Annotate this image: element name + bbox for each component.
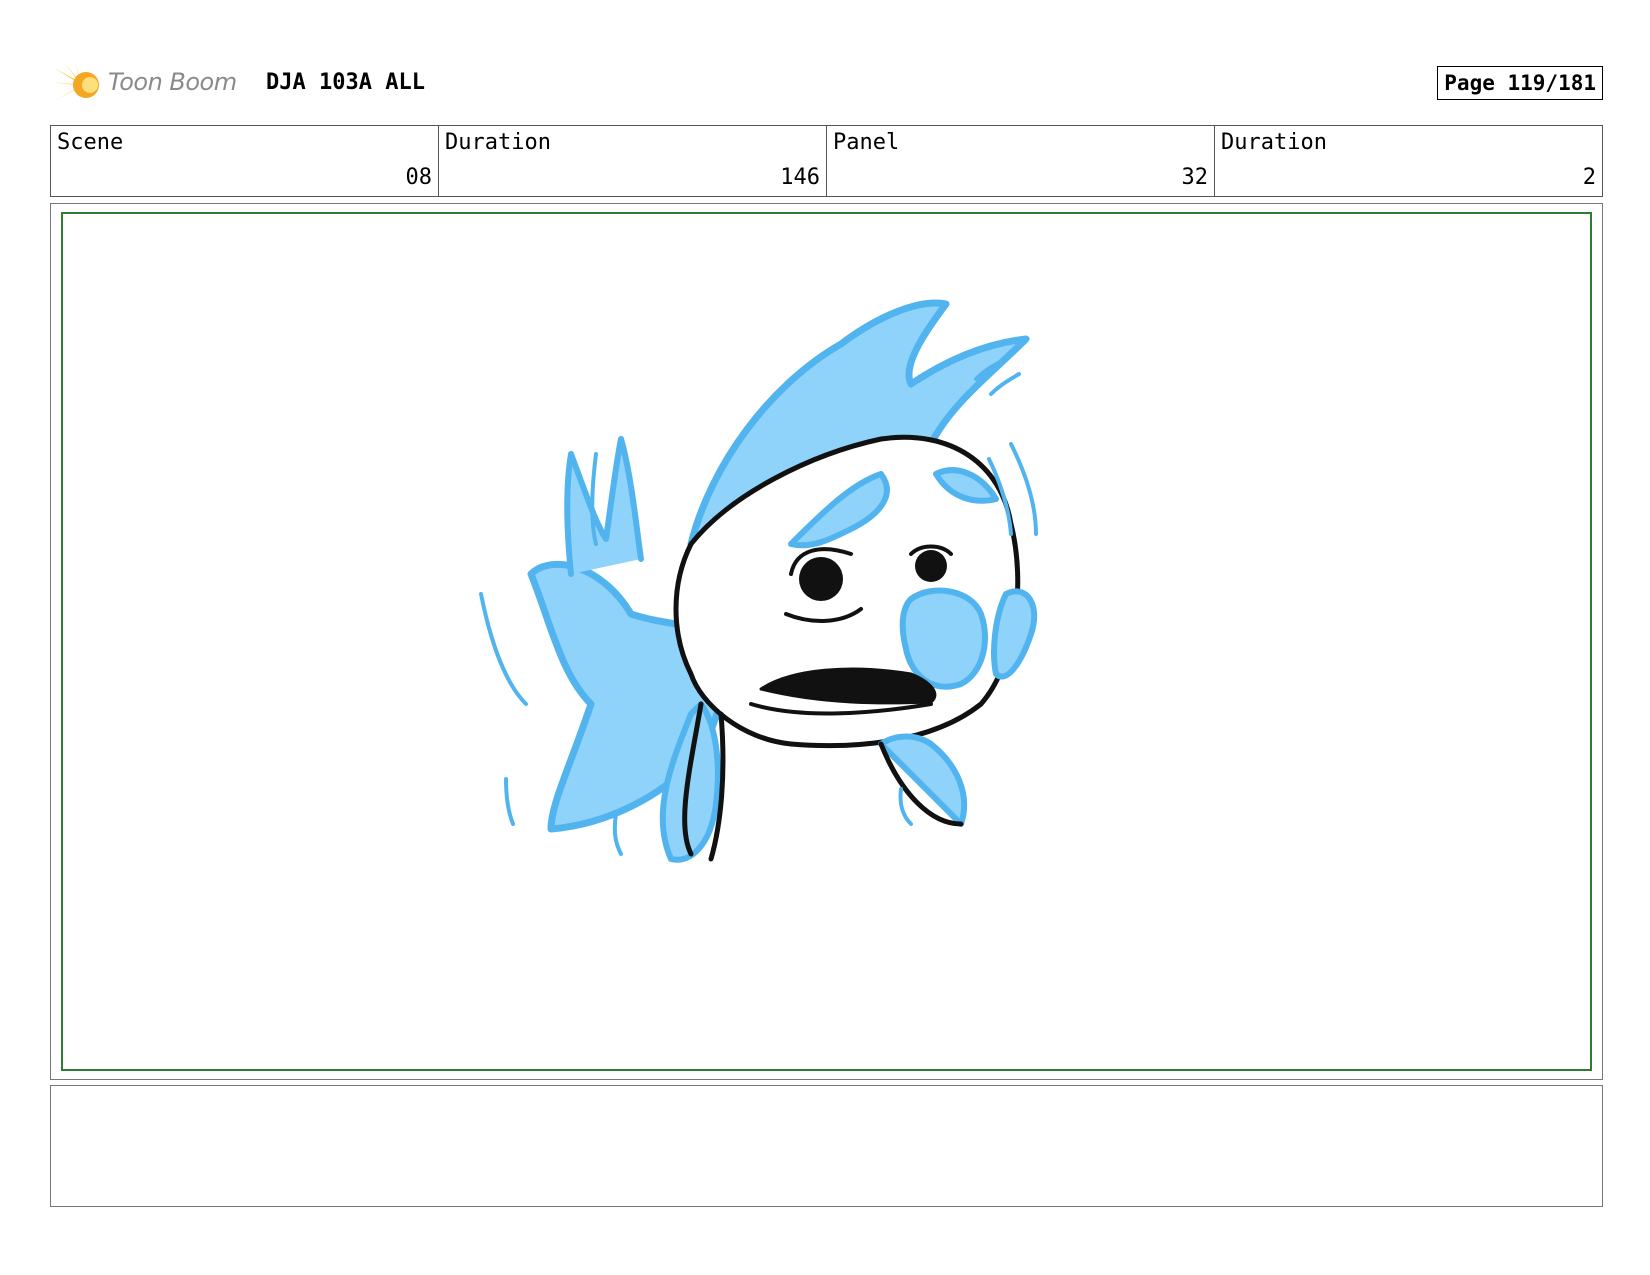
tail-top — [564, 436, 644, 577]
scene-duration-cell: Duration 146 — [439, 126, 827, 196]
panel-value: 32 — [1181, 165, 1209, 190]
scene-info-row: Scene 08 Duration 146 Panel 32 Duration … — [50, 125, 1603, 197]
panel-duration-label: Duration — [1221, 130, 1327, 155]
storyboard-panel — [50, 203, 1603, 1080]
page-number: Page 119/181 — [1437, 66, 1603, 100]
logo-text: Toon Boom — [108, 68, 237, 96]
scene-duration-value: 146 — [780, 165, 820, 190]
scene-cell: Scene 08 — [51, 126, 439, 196]
fish-sketch — [479, 299, 1038, 863]
header: Toon Boom DJA 103A ALL Page 119/181 — [50, 58, 1603, 110]
panel-label: Panel — [833, 130, 900, 155]
cheek-patch — [991, 588, 1038, 680]
right-eye — [915, 550, 947, 582]
panel-duration-value: 2 — [1582, 165, 1596, 190]
left-eye — [799, 557, 843, 601]
scene-value: 08 — [405, 165, 433, 190]
scene-duration-label: Duration — [445, 130, 551, 155]
notes-box — [50, 1085, 1603, 1207]
panel-duration-cell: Duration 2 — [1215, 126, 1602, 196]
starburst-icon — [52, 60, 99, 108]
scene-label: Scene — [57, 130, 124, 155]
document-title: DJA 103A ALL — [266, 70, 425, 95]
mouth-patch — [899, 587, 988, 690]
panel-cell: Panel 32 — [827, 126, 1215, 196]
toon-boom-logo: Toon Boom — [50, 58, 250, 110]
